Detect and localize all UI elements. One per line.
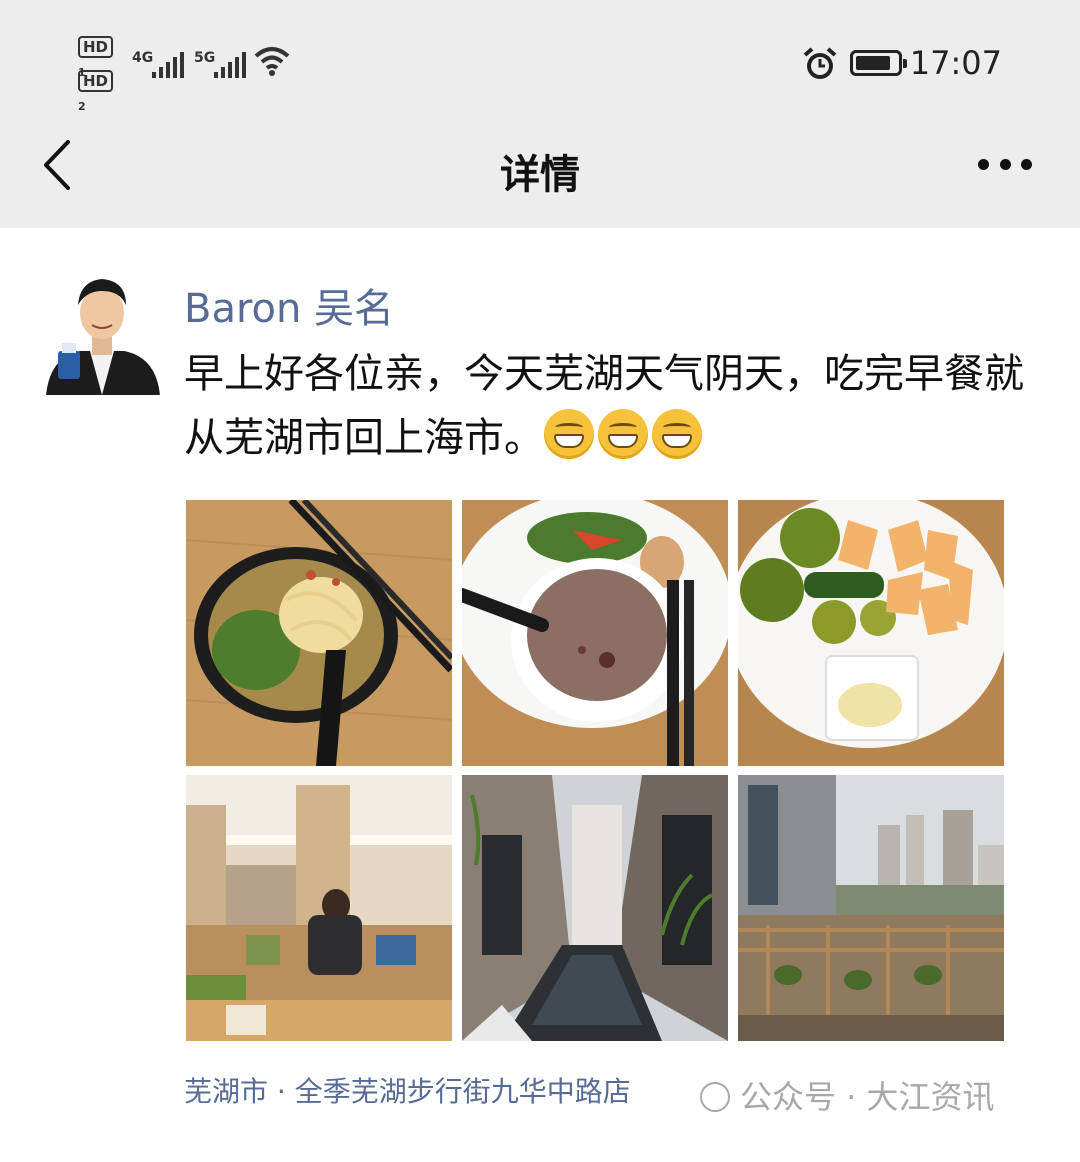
grin-emoji — [544, 409, 594, 459]
city-view-photo[interactable] — [738, 775, 1004, 1041]
watermark-text: 公众号 · 大江资讯 — [740, 1078, 995, 1116]
courtyard-pool-photo[interactable] — [462, 775, 728, 1041]
battery-icon — [850, 50, 907, 76]
photo-grid — [186, 500, 1004, 1041]
location-link[interactable]: 芜湖市 · 全季芜湖步行街九华中路店 — [184, 1070, 631, 1110]
grin-emoji — [598, 409, 648, 459]
porridge-plate-photo[interactable] — [462, 500, 728, 766]
alarm-icon — [802, 46, 838, 86]
wechat-official-icon — [700, 1082, 730, 1112]
grin-emoji — [652, 409, 702, 459]
hd-icon: HD2 — [78, 70, 114, 113]
fruit-plate-photo[interactable] — [738, 500, 1004, 766]
noodle-bowl-photo[interactable] — [186, 500, 452, 766]
clock-time: 17:07 — [909, 44, 1002, 82]
emoji-group — [544, 409, 706, 461]
avatar[interactable] — [40, 265, 164, 395]
post-text: 早上好各位亲，今天芜湖天气阴天，吃完早餐就从芜湖市回上海市。 — [184, 342, 1024, 470]
page-title: 详情 — [500, 152, 580, 198]
author-name[interactable]: Baron 吴名 — [184, 276, 394, 334]
battery-level — [856, 56, 890, 70]
status-bar: HD1 HD2 4G 5G 17:07 — [0, 0, 1080, 113]
more-icon[interactable] — [978, 150, 1032, 178]
watermark: 公众号 · 大江资讯 — [700, 1072, 995, 1118]
wifi-icon — [254, 46, 290, 80]
restaurant-interior-photo[interactable] — [186, 775, 452, 1041]
